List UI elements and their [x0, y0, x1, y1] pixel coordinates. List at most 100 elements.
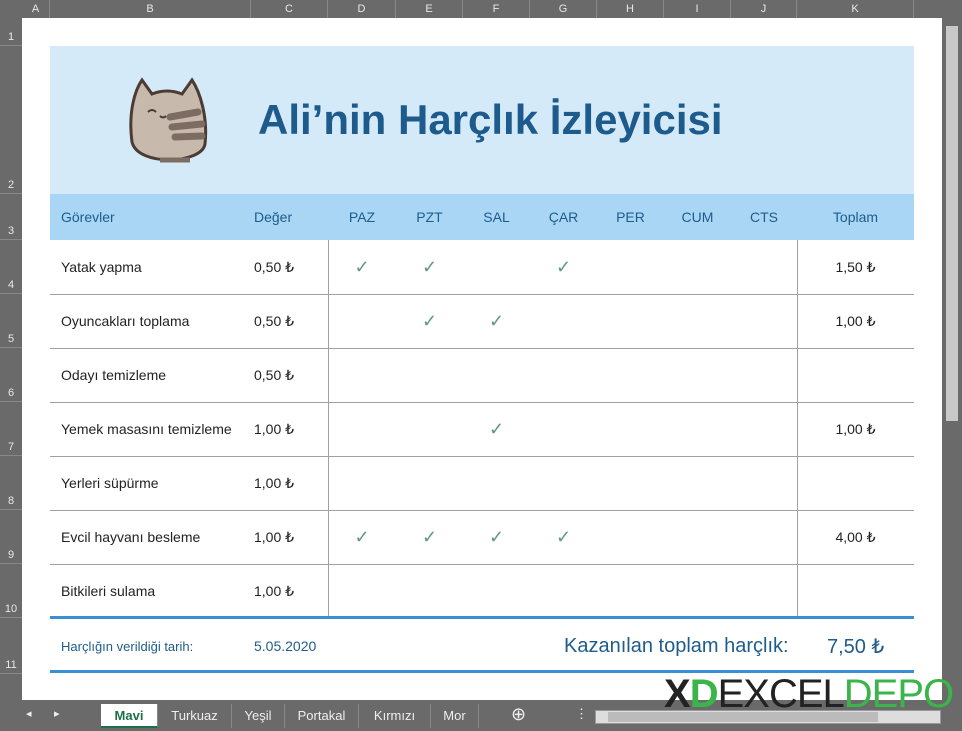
prev-sheet-icon[interactable]: ◂: [26, 707, 32, 720]
column-header[interactable]: D: [328, 0, 396, 18]
day-cell[interactable]: [731, 348, 797, 402]
sheet-tab[interactable]: Mor: [431, 704, 479, 728]
day-cell[interactable]: [664, 456, 731, 510]
check-icon[interactable]: ✓: [530, 240, 597, 294]
day-cell[interactable]: [328, 456, 396, 510]
day-cell[interactable]: [597, 348, 664, 402]
check-icon[interactable]: ✓: [396, 294, 463, 348]
row-header[interactable]: 2: [0, 46, 22, 194]
day-cell[interactable]: [396, 456, 463, 510]
scroll-thumb[interactable]: [946, 26, 958, 421]
task-total[interactable]: [797, 348, 914, 402]
task-total[interactable]: 1,00 ₺: [797, 294, 914, 348]
task-value[interactable]: 1,00 ₺: [254, 402, 294, 456]
day-cell[interactable]: [463, 456, 530, 510]
day-cell[interactable]: [396, 564, 463, 618]
column-header[interactable]: E: [396, 0, 463, 18]
day-cell[interactable]: [396, 348, 463, 402]
day-cell[interactable]: [597, 510, 664, 564]
day-cell[interactable]: [597, 564, 664, 618]
row-header[interactable]: 5: [0, 294, 22, 348]
column-header[interactable]: F: [463, 0, 530, 18]
task-name[interactable]: Evcil hayvanı besleme: [61, 510, 200, 564]
day-cell[interactable]: [530, 564, 597, 618]
day-cell[interactable]: [664, 348, 731, 402]
row-header[interactable]: 7: [0, 402, 22, 456]
check-icon[interactable]: ✓: [463, 294, 530, 348]
day-cell[interactable]: [463, 240, 530, 294]
check-icon[interactable]: ✓: [530, 510, 597, 564]
task-value[interactable]: 1,00 ₺: [254, 510, 294, 564]
vertical-scrollbar[interactable]: [942, 0, 962, 700]
day-cell[interactable]: [530, 402, 597, 456]
column-header[interactable]: A: [22, 0, 50, 18]
day-cell[interactable]: [664, 240, 731, 294]
task-value[interactable]: 1,00 ₺: [254, 564, 294, 618]
row-header[interactable]: 6: [0, 348, 22, 402]
row-header[interactable]: 1: [0, 18, 22, 46]
sheet-tab[interactable]: Portakal: [285, 704, 359, 728]
check-icon[interactable]: ✓: [396, 240, 463, 294]
more-options-icon[interactable]: ⋮: [575, 706, 588, 722]
day-cell[interactable]: [731, 402, 797, 456]
day-cell[interactable]: [328, 402, 396, 456]
next-sheet-icon[interactable]: ▸: [54, 707, 60, 720]
row-header[interactable]: 10: [0, 564, 22, 618]
row-header[interactable]: 11: [0, 618, 22, 674]
column-header[interactable]: C: [251, 0, 328, 18]
day-cell[interactable]: [731, 564, 797, 618]
sheet-tab[interactable]: Turkuaz: [158, 704, 232, 728]
day-cell[interactable]: [731, 456, 797, 510]
day-cell[interactable]: [530, 456, 597, 510]
task-name[interactable]: Yatak yapma: [61, 240, 142, 294]
column-header[interactable]: G: [530, 0, 597, 18]
day-cell[interactable]: [731, 294, 797, 348]
day-cell[interactable]: [664, 564, 731, 618]
day-cell[interactable]: [597, 294, 664, 348]
column-header[interactable]: H: [597, 0, 664, 18]
task-value[interactable]: 0,50 ₺: [254, 294, 294, 348]
task-total[interactable]: 1,00 ₺: [797, 402, 914, 456]
day-cell[interactable]: [463, 348, 530, 402]
column-header[interactable]: K: [797, 0, 914, 18]
day-cell[interactable]: [731, 240, 797, 294]
day-cell[interactable]: [597, 456, 664, 510]
day-cell[interactable]: [396, 402, 463, 456]
day-cell[interactable]: [664, 294, 731, 348]
task-total[interactable]: [797, 564, 914, 618]
task-total[interactable]: 4,00 ₺: [797, 510, 914, 564]
row-header[interactable]: 8: [0, 456, 22, 510]
column-header[interactable]: I: [664, 0, 731, 18]
day-cell[interactable]: [597, 240, 664, 294]
task-value[interactable]: 0,50 ₺: [254, 240, 294, 294]
task-value[interactable]: 0,50 ₺: [254, 348, 294, 402]
day-cell[interactable]: [731, 510, 797, 564]
day-cell[interactable]: [463, 564, 530, 618]
row-header[interactable]: 3: [0, 194, 22, 240]
sheet-tab[interactable]: Yeşil: [232, 704, 285, 728]
task-name[interactable]: Oyuncakları toplama: [61, 294, 189, 348]
check-icon[interactable]: ✓: [328, 510, 396, 564]
day-cell[interactable]: [328, 564, 396, 618]
day-cell[interactable]: [664, 510, 731, 564]
column-header[interactable]: J: [731, 0, 797, 18]
sheet-tab[interactable]: Kırmızı: [359, 704, 431, 728]
column-header[interactable]: B: [50, 0, 251, 18]
task-value[interactable]: 1,00 ₺: [254, 456, 294, 510]
day-cell[interactable]: [597, 402, 664, 456]
row-header[interactable]: 4: [0, 240, 22, 294]
task-name[interactable]: Odayı temizleme: [61, 348, 166, 402]
day-cell[interactable]: [530, 294, 597, 348]
task-total[interactable]: [797, 456, 914, 510]
day-cell[interactable]: [328, 294, 396, 348]
check-icon[interactable]: ✓: [396, 510, 463, 564]
task-total[interactable]: 1,50 ₺: [797, 240, 914, 294]
task-name[interactable]: Yerleri süpürme: [61, 456, 159, 510]
check-icon[interactable]: ✓: [328, 240, 396, 294]
sheet-tab[interactable]: Mavi: [101, 704, 158, 728]
row-header[interactable]: 9: [0, 510, 22, 564]
day-cell[interactable]: [328, 348, 396, 402]
add-sheet-icon[interactable]: ⊕: [511, 704, 526, 725]
check-icon[interactable]: ✓: [463, 402, 530, 456]
task-name[interactable]: Yemek masasını temizleme: [61, 402, 232, 456]
